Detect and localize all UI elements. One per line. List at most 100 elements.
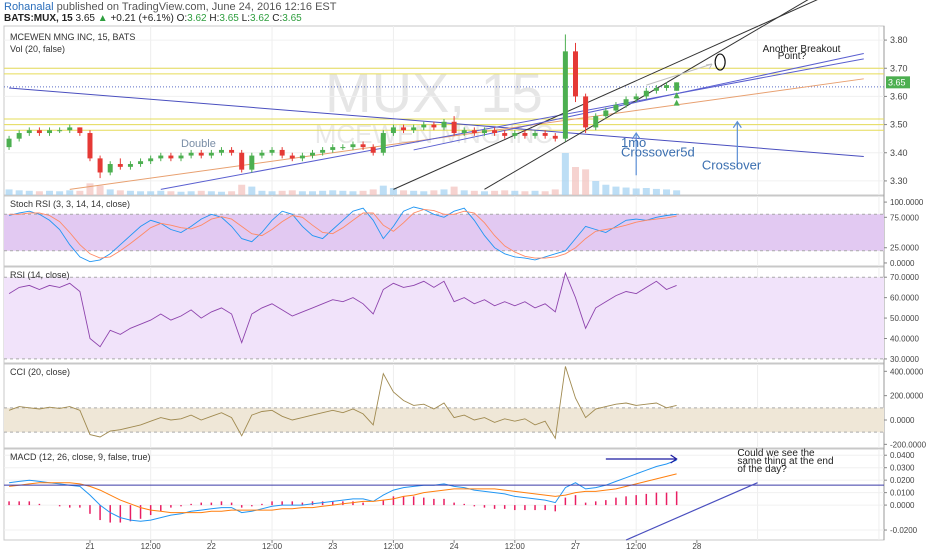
signal-marker xyxy=(673,99,680,106)
volume-bar xyxy=(106,189,114,195)
volume-bar xyxy=(460,190,468,195)
candle-body xyxy=(229,149,235,153)
x-tick-label: 23 xyxy=(328,542,337,550)
pane-title: Stoch RSI (3, 3, 14, 14, close) xyxy=(10,199,130,209)
candle-body xyxy=(310,152,316,156)
candle-body xyxy=(502,133,508,136)
candle-body xyxy=(57,130,63,132)
candle-body xyxy=(380,133,386,153)
y-tick-label: 60.0000 xyxy=(890,294,919,303)
y-tick-label: -0.0200 xyxy=(890,526,918,535)
candle-body xyxy=(218,149,224,153)
pane-title: CCI (20, close) xyxy=(10,367,70,377)
band-fill xyxy=(4,407,884,433)
volume-bar xyxy=(440,189,448,195)
volume-bar xyxy=(137,191,145,195)
breakout-circle xyxy=(714,53,726,71)
watermark-symbol: MUX, 15 xyxy=(325,61,543,124)
x-tick-label: 21 xyxy=(86,542,95,550)
pane-title: MCEWEN MNG INC, 15, BATS xyxy=(10,32,135,42)
candle-body xyxy=(47,130,53,134)
y-tick-label: 100.0000 xyxy=(890,198,924,207)
candle-body xyxy=(87,133,93,159)
candle-body xyxy=(441,121,447,128)
candle-body xyxy=(299,155,305,159)
chart-canvas[interactable]: MUX, 15MCEWEN MNG INC3.303.403.503.603.7… xyxy=(0,0,932,550)
candle-body xyxy=(36,130,42,134)
volume-bar xyxy=(147,191,155,195)
annotation-text: Crossover5d xyxy=(621,144,695,159)
x-tick-label: 12:00 xyxy=(141,542,162,550)
band-fill xyxy=(4,277,884,359)
x-tick-label: 28 xyxy=(692,542,701,550)
volume-bar xyxy=(126,190,134,195)
x-tick-label: 12:00 xyxy=(626,542,647,550)
volume-bar xyxy=(642,188,650,195)
candle-body xyxy=(178,155,184,159)
candle-body xyxy=(593,116,599,128)
candle-body xyxy=(360,144,366,148)
volume-bar xyxy=(622,187,630,195)
y-tick-label: 70.0000 xyxy=(890,273,919,282)
y-tick-label: 0.0100 xyxy=(890,489,915,498)
candle-body xyxy=(643,90,649,97)
y-tick-label: 30.0000 xyxy=(890,355,919,364)
candle-body xyxy=(158,155,164,159)
candle-body xyxy=(6,138,12,148)
candle-body xyxy=(279,149,285,156)
volume-bar xyxy=(430,190,438,195)
volume-bar xyxy=(561,153,569,195)
y-tick-label: 3.50 xyxy=(890,120,908,130)
trendline xyxy=(625,482,758,541)
candle-body xyxy=(168,155,174,159)
y-tick-label: 400.0000 xyxy=(890,367,924,376)
candle-body xyxy=(421,124,427,128)
candle-body xyxy=(67,127,73,131)
volume-bar xyxy=(228,191,236,195)
pane-subtitle: Vol (20, false) xyxy=(10,44,65,54)
candle-body xyxy=(431,124,437,128)
y-tick-label: 0.0200 xyxy=(890,476,915,485)
candle-body xyxy=(512,133,518,136)
candle-body xyxy=(674,82,680,91)
volume-bar xyxy=(15,190,23,195)
x-tick-label: 12:00 xyxy=(505,542,526,550)
candle-body xyxy=(320,149,326,153)
volume-bar xyxy=(663,189,671,195)
x-tick-label: 12:00 xyxy=(262,542,283,550)
candle-body xyxy=(249,155,255,170)
candle-body xyxy=(633,96,639,100)
candle-body xyxy=(259,152,265,156)
volume-bar xyxy=(25,190,33,195)
volume-bar xyxy=(56,191,64,195)
candle-body xyxy=(117,164,123,167)
volume-bar xyxy=(187,191,195,195)
candle-body xyxy=(532,133,538,136)
volume-bar xyxy=(480,191,488,195)
volume-bar xyxy=(571,167,579,195)
candle-body xyxy=(77,127,83,134)
candle-body xyxy=(492,130,498,134)
candle-body xyxy=(552,135,558,139)
volume-bar xyxy=(470,190,478,195)
volume-bar xyxy=(400,190,408,195)
y-tick-label: 3.40 xyxy=(890,148,908,158)
candle-body xyxy=(461,130,467,134)
candle-body xyxy=(471,130,477,134)
volume-bar xyxy=(5,189,13,195)
y-tick-label: 3.30 xyxy=(890,176,908,186)
candle-body xyxy=(340,147,346,149)
candle-body xyxy=(572,51,578,97)
band-fill xyxy=(4,214,884,251)
volume-bar xyxy=(238,184,246,195)
candle-body xyxy=(562,51,568,139)
volume-bar xyxy=(632,188,640,195)
volume-bar xyxy=(582,169,590,195)
volume-bar xyxy=(309,191,317,195)
y-tick-label: -200.0000 xyxy=(890,440,927,449)
x-tick-label: 22 xyxy=(207,542,216,550)
volume-bar xyxy=(359,190,367,195)
candle-body xyxy=(623,99,629,105)
y-tick-label: 0.0000 xyxy=(890,501,915,510)
y-tick-label: 0.0300 xyxy=(890,464,915,473)
